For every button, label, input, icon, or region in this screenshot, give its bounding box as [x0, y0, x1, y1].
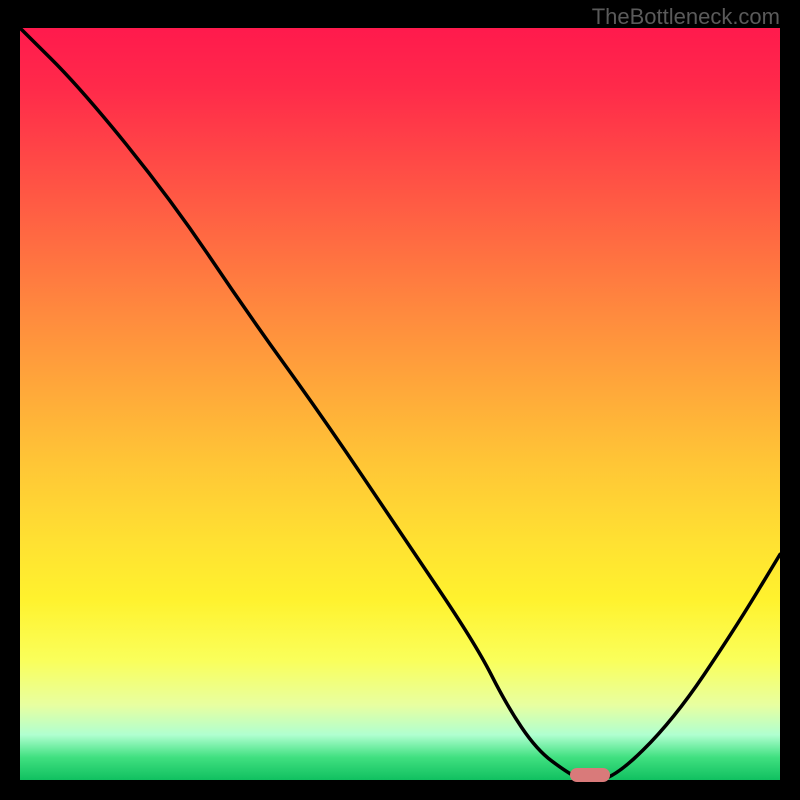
watermark-text: TheBottleneck.com	[592, 4, 780, 30]
plot-area	[20, 28, 780, 780]
bottleneck-curve	[20, 28, 780, 780]
optimal-marker	[570, 768, 610, 782]
